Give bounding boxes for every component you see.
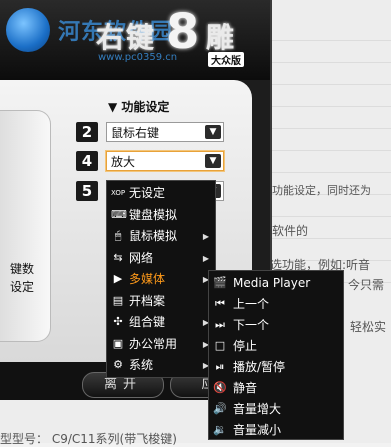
menu-item[interactable]: ✣ 组合键 ▶ — [107, 312, 215, 333]
menu-item[interactable]: ⇆ 网络 ▶ — [107, 248, 215, 269]
menu-item-label: 音量减小 — [233, 423, 282, 437]
menu-item[interactable]: □ 停止 — [209, 336, 343, 357]
function-select-key2[interactable]: 鼠标右键 ▼ — [106, 122, 224, 142]
dropdown-arrow-icon[interactable]: ▼ — [205, 154, 221, 168]
menu-item[interactable]: ⏭ 下一个 — [209, 315, 343, 336]
menu-item-label: 多媒体 — [129, 272, 166, 286]
volume-down-icon: 🔉 — [213, 423, 227, 436]
system-icon: ⚙ — [113, 358, 123, 371]
combo-key-icon: ✣ — [113, 315, 123, 328]
network-icon: ⇆ — [113, 250, 123, 264]
menu-item-label: 停止 — [233, 339, 258, 353]
dropdown-arrow-icon[interactable]: ▼ — [205, 125, 221, 139]
bg-text-line: 今只需 — [348, 278, 385, 292]
next-icon: ⏭ — [215, 318, 225, 331]
menu-item-label: 键盘模拟 — [129, 207, 178, 222]
app-title-8: 8 — [166, 4, 200, 60]
menu-item[interactable]: ▤ 开档案 — [107, 291, 215, 312]
menu-item-label: 播放/暂停 — [233, 360, 286, 374]
menu-item[interactable]: ▶ 多媒体 ▶ — [107, 269, 215, 290]
multimedia-submenu: 🎬 Media Player ⏮ 上一个 ⏭ 下一个 □ 停止 ⏯ 播放/暂停 🔇 静音 🔊 音量增大 🔉 音… — [208, 270, 344, 440]
previous-icon: ⏮ — [215, 297, 225, 310]
section-title: ▼ 功能设定 — [108, 100, 170, 114]
menu-item-label: 网络 — [129, 250, 154, 265]
play-pause-icon: ⏯ — [215, 360, 225, 373]
key-count-label: 键数 设定 — [9, 262, 34, 294]
submenu-arrow-icon: ▶ — [202, 232, 209, 241]
office-icon: ▣ — [112, 336, 124, 350]
menu-item[interactable]: 🔊 音量增大 — [209, 399, 343, 420]
app-title-part2: 雕 — [206, 21, 235, 54]
bg-text-line: 软件的 — [272, 224, 309, 238]
app-header: 河东软件园 www.pc0359.cn 右键 8 雕 大众版 — [0, 0, 270, 80]
menu-item-label: 开档案 — [129, 293, 166, 308]
xop-icon: XOP — [111, 189, 126, 197]
function-select-value: 鼠标右键 — [111, 126, 160, 140]
menu-item-label: 办公常用 — [129, 336, 178, 351]
key-count-panel[interactable] — [0, 110, 51, 342]
volume-up-icon: 🔊 — [213, 402, 227, 415]
multimedia-icon: ▶ — [113, 272, 123, 285]
menu-item[interactable]: XOP 无设定 — [107, 183, 215, 204]
menu-item-label: 音量增大 — [233, 402, 282, 416]
key-number-2: 2 — [76, 122, 98, 142]
menu-item[interactable]: 🎬 Media Player — [209, 273, 343, 294]
bg-text-line: 轻松实 — [350, 320, 387, 334]
menu-item-label: 静音 — [233, 381, 258, 395]
keyboard-icon: ⌨ — [111, 207, 127, 221]
menu-item[interactable]: 🔉 音量减小 — [209, 420, 343, 441]
mouse-icon: 🖱 — [114, 229, 122, 242]
menu-item[interactable]: ⌨ 键盘模拟 — [107, 205, 215, 226]
menu-item[interactable]: ⚙ 系统 ▶ — [107, 355, 215, 376]
menu-item-label: 鼠标模拟 — [129, 229, 178, 243]
media-player-icon: 🎬 — [213, 276, 227, 289]
logo-icon — [6, 8, 50, 52]
menu-item[interactable]: ▣ 办公常用 ▶ — [107, 334, 215, 355]
bg-footer-text: 型型号： C9/C11系列(带飞梭键) — [0, 432, 177, 446]
edition-badge: 大众版 — [208, 52, 244, 67]
bg-text-line: 功能设定，同时还为 — [272, 184, 371, 197]
menu-item[interactable]: 🔇 静音 — [209, 378, 343, 399]
menu-item[interactable]: ⏮ 上一个 — [209, 294, 343, 315]
menu-item-label: 上一个 — [233, 297, 270, 311]
app-title-part1: 右键 — [96, 21, 157, 54]
menu-item-label: 组合键 — [129, 315, 166, 329]
menu-item-label: 无设定 — [129, 186, 166, 200]
function-select-key4[interactable]: 放大 ▼ — [106, 151, 224, 171]
menu-item-label: 下一个 — [233, 318, 270, 332]
key-number-4: 4 — [76, 151, 98, 171]
menu-item[interactable]: 🖱 鼠标模拟 ▶ — [107, 226, 215, 247]
menu-item[interactable]: ⏯ 播放/暂停 — [209, 357, 343, 378]
menu-item-label: 系统 — [129, 358, 154, 372]
open-file-icon: ▤ — [112, 293, 124, 307]
function-menu: XOP 无设定 ⌨ 键盘模拟 🖱 鼠标模拟 ▶ ⇆ 网络 ▶ ▶ 多媒体 ▶ ▤ 开档案 ✣ 组合键 ▶ ▣ 办公常用… — [106, 180, 216, 378]
key-number-5: 5 — [76, 181, 98, 201]
menu-item-label: Media Player — [233, 276, 311, 290]
stop-icon: □ — [214, 339, 226, 352]
submenu-arrow-icon: ▶ — [202, 253, 209, 263]
function-select-value: 放大 — [111, 155, 136, 169]
mute-icon: 🔇 — [213, 381, 227, 394]
